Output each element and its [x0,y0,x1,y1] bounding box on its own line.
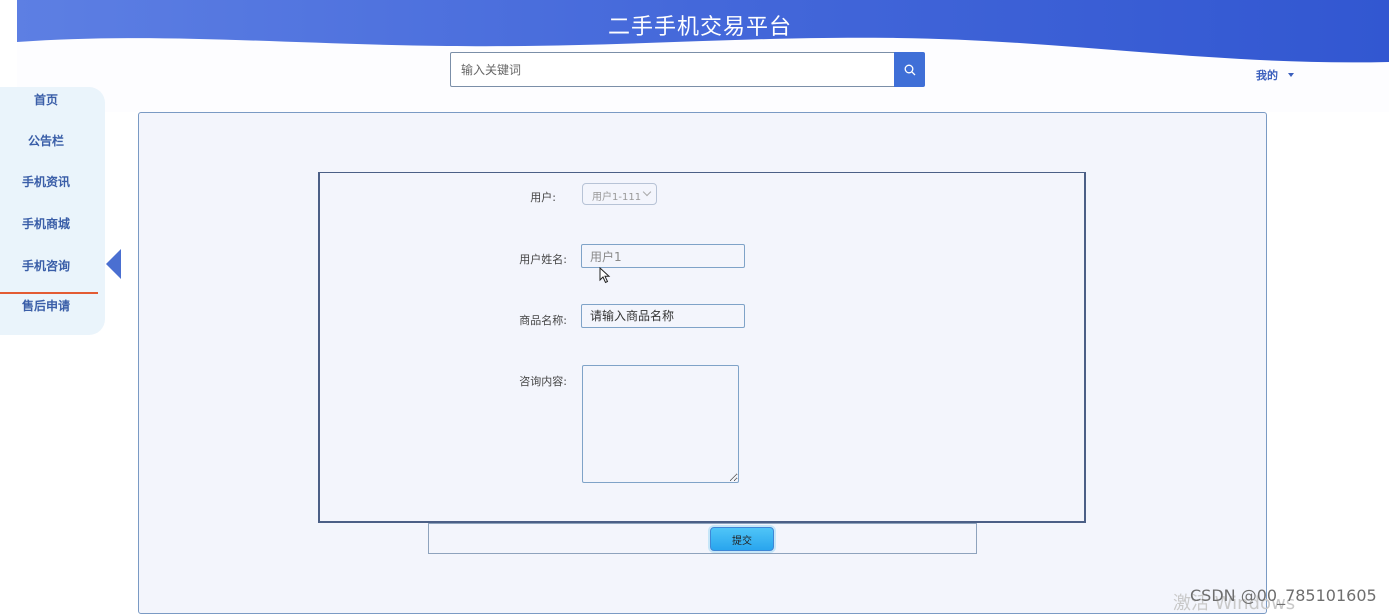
user-select[interactable]: 用户1-111 [582,183,657,205]
sidebar-item-phone-mall[interactable]: 手机商城 [0,215,92,232]
submit-button[interactable]: 提交 [710,527,774,551]
active-indicator [0,292,98,294]
search-input[interactable] [450,52,895,87]
site-title: 二手手机交易平台 [607,15,792,40]
sidebar-item-home[interactable]: 首页 [0,91,92,108]
product-name-field[interactable] [581,304,745,328]
sidebar-item-notice-board[interactable]: 公告栏 [0,132,92,149]
user-menu[interactable]: 我的 [1256,67,1294,83]
sidebar-item-after-sales[interactable]: 售后申请 [0,297,92,314]
sidebar-item-phone-news[interactable]: 手机资讯 [0,173,92,190]
user-select-value: 用户1-111 [592,192,642,203]
csdn-watermark: CSDN @00_785101605 [1190,586,1377,605]
consult-content-textarea[interactable] [582,365,739,483]
sidebar-nav: 首页 公告栏 手机资讯 手机商城 手机咨询 售后申请 [0,87,105,335]
user-name-field[interactable] [581,244,745,268]
consult-content-label: 咨询内容: [519,375,567,388]
search-icon [904,64,915,75]
caret-down-icon [1288,73,1294,77]
user-menu-label: 我的 [1256,69,1278,82]
submit-bar [428,523,977,554]
sidebar-item-phone-consult[interactable]: 手机咨询 [0,257,92,274]
page: 二手手机交易平台 我的 首页 公告栏 手机资讯 手机商城 手机咨询 售后申请 用… [0,0,1400,614]
search-button[interactable] [894,52,925,87]
user-name-label: 用户姓名: [519,253,567,266]
chevron-down-icon [642,187,652,197]
user-label: 用户: [530,191,556,204]
mouse-cursor-icon [599,267,611,284]
product-name-label: 商品名称: [519,314,567,327]
sidebar-pointer-arrow [106,249,121,279]
